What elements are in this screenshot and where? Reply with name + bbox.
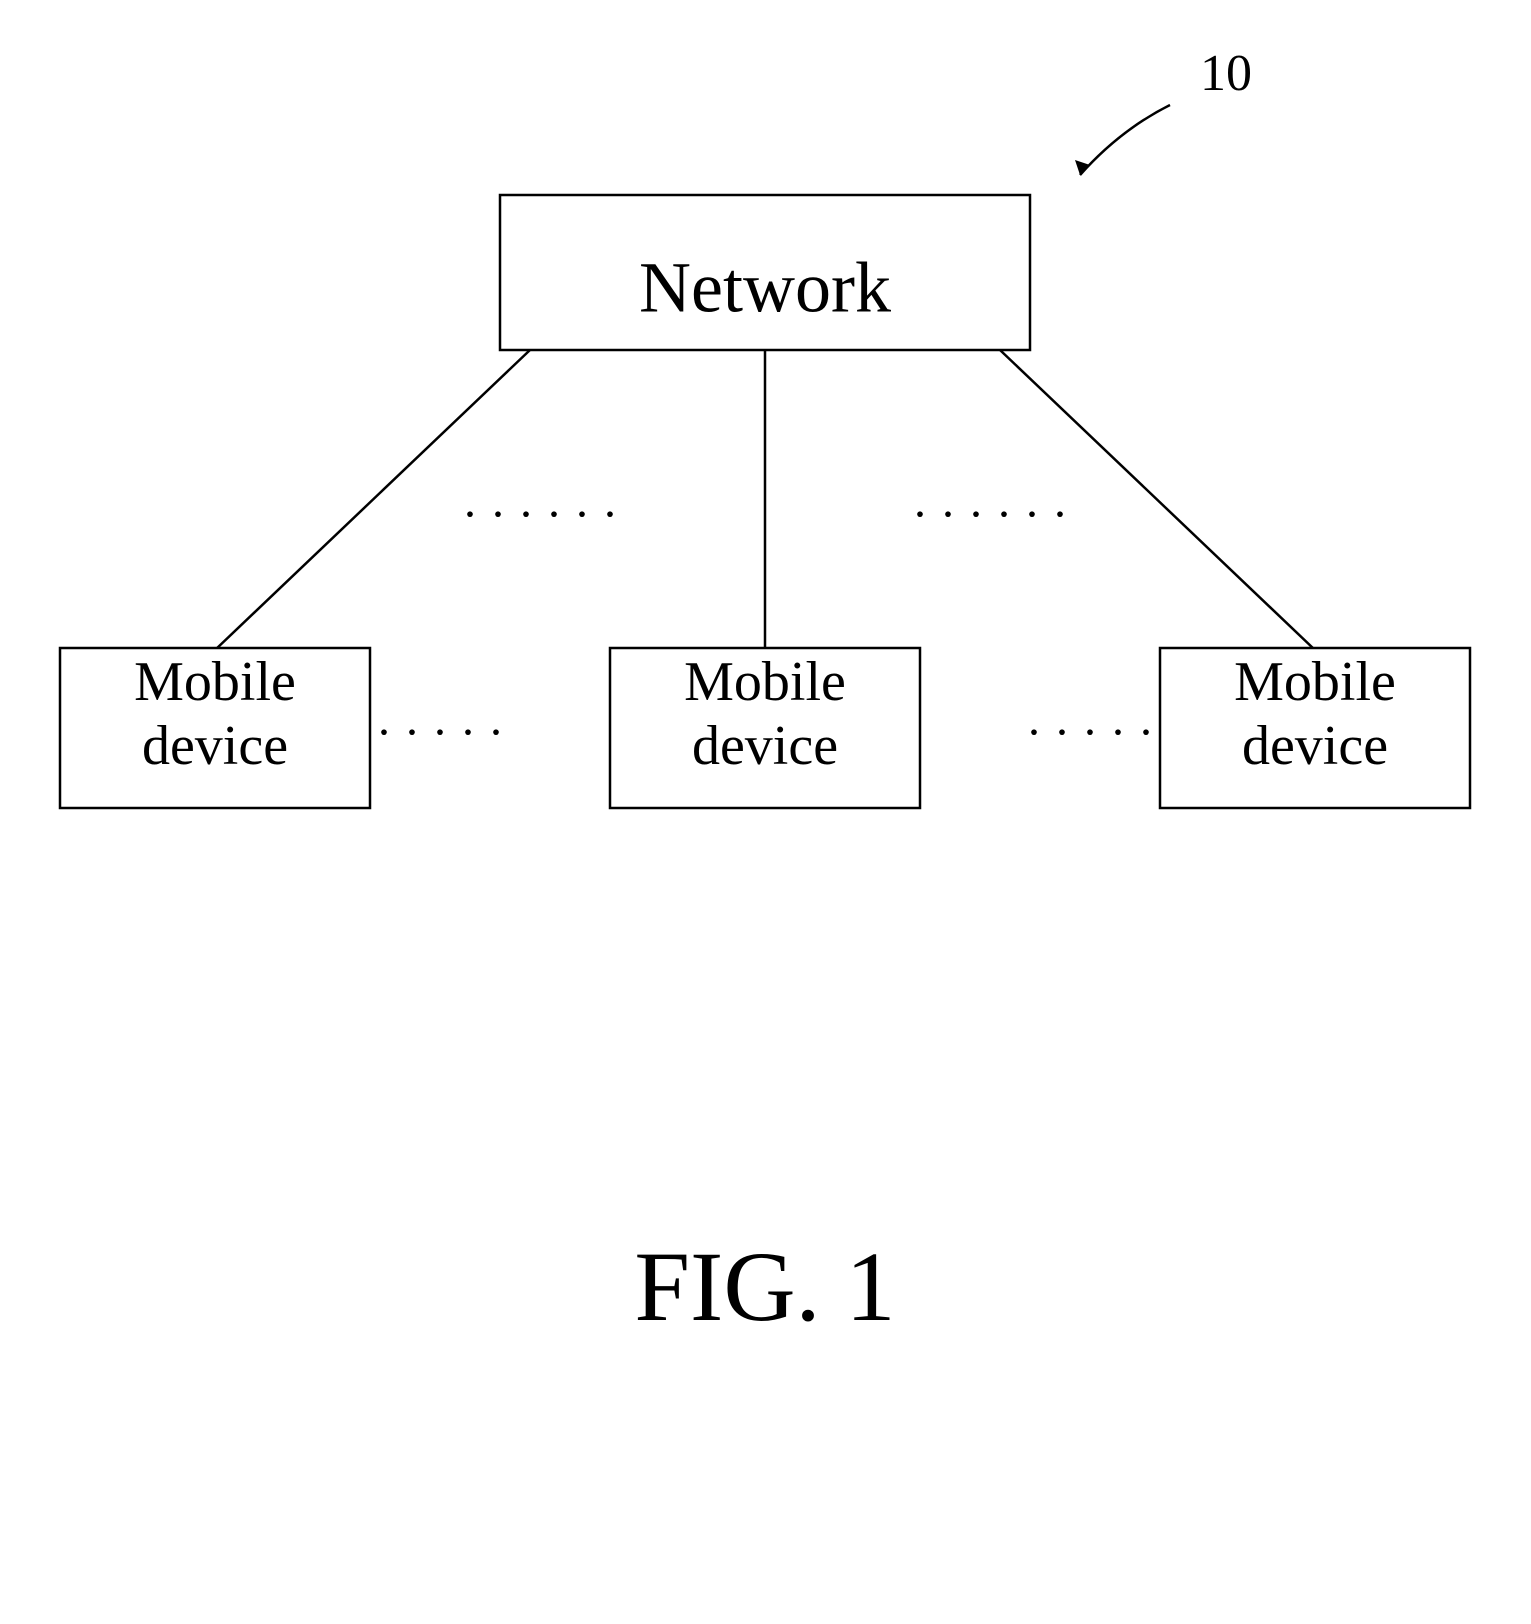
mobile-device-label-right-2: device	[1242, 715, 1388, 777]
mobile-device-label-left-1: Mobile	[134, 651, 296, 713]
network-label: Network	[639, 248, 891, 328]
mobile-device-label-left-2: device	[142, 715, 288, 777]
dots-upper-left: · · · · · ·	[462, 488, 618, 541]
mobile-device-label-center-1: Mobile	[684, 651, 846, 713]
dots-upper-right: · · · · · ·	[912, 488, 1068, 541]
figure-caption: FIG. 1	[634, 1231, 895, 1342]
reference-number: 10	[1200, 45, 1252, 102]
mobile-device-label-center-2: device	[692, 715, 838, 777]
mobile-device-label-right-1: Mobile	[1234, 651, 1396, 713]
diagram-container: 10 Network · · · · · · · · · · · · Mobil…	[0, 0, 1531, 1619]
dots-lower-right: · · · · ·	[1026, 706, 1154, 759]
dots-lower-left: · · · · ·	[376, 706, 504, 759]
